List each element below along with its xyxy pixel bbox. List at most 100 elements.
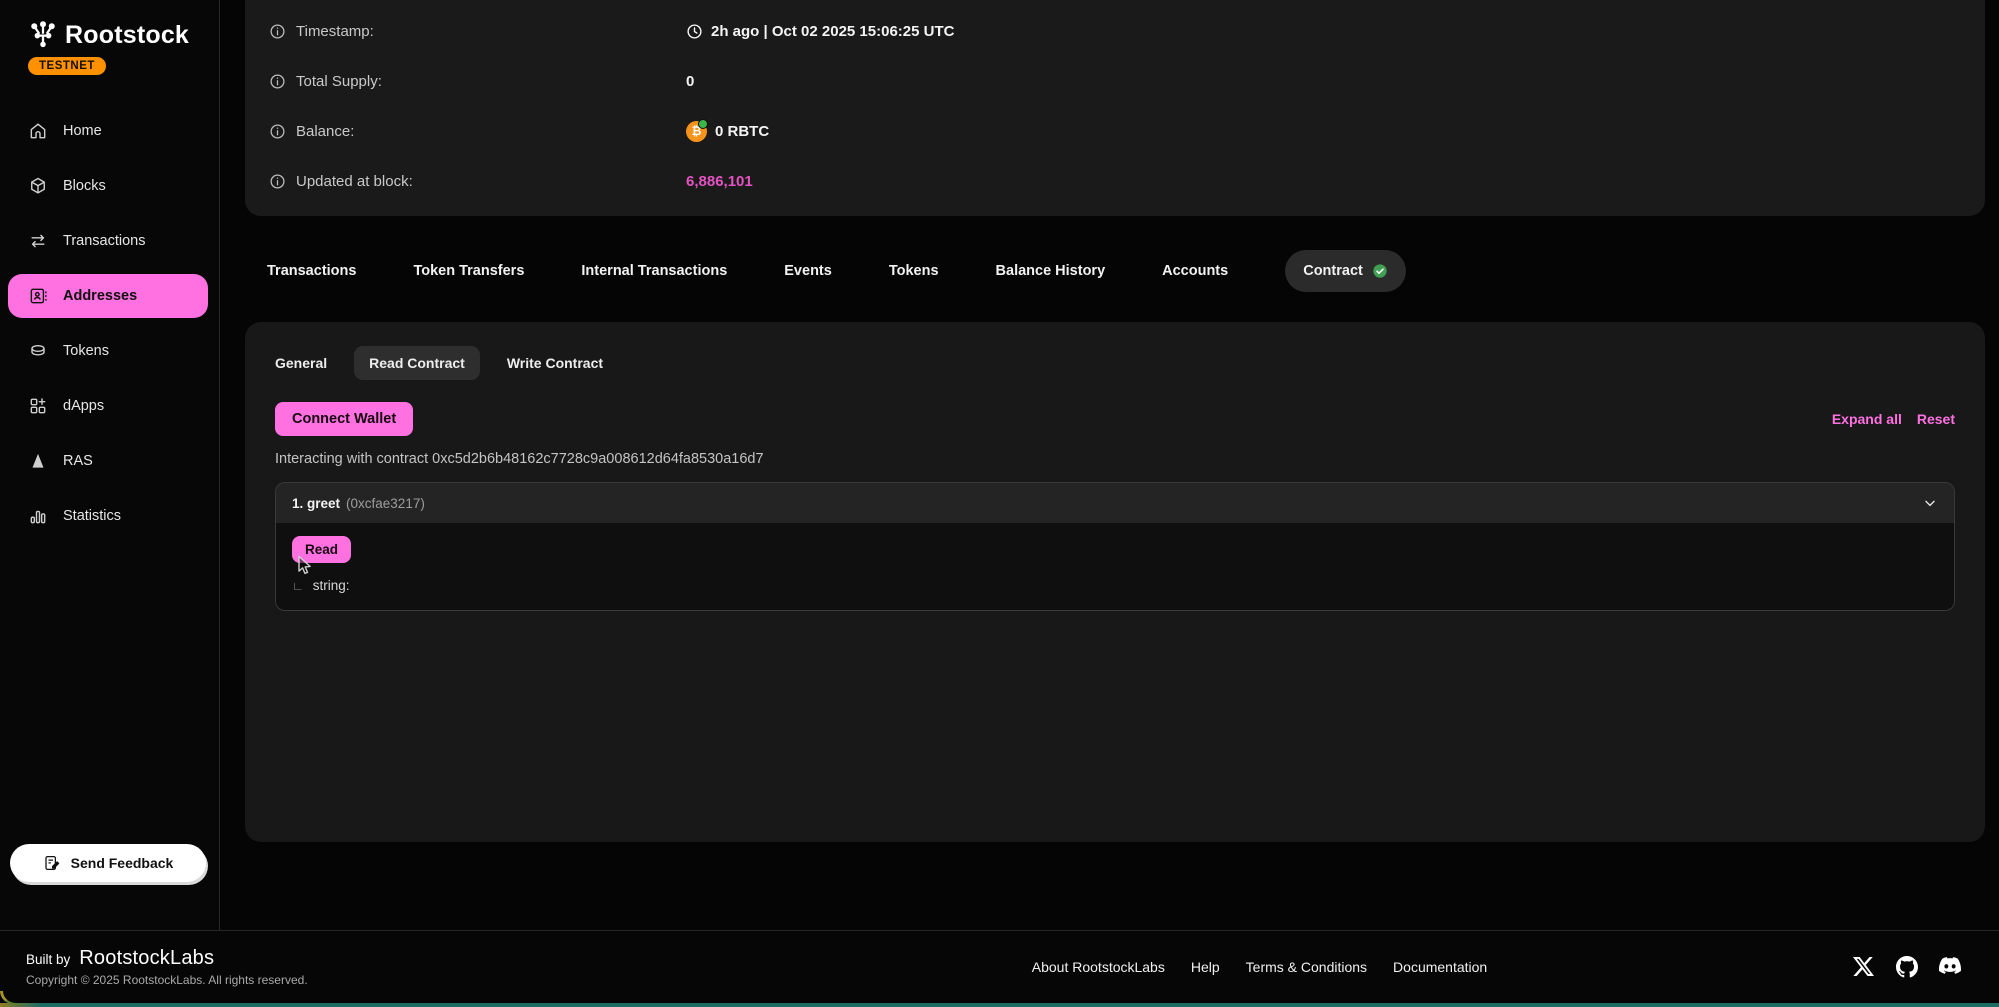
info-icon — [269, 123, 286, 140]
chevron-down-icon[interactable] — [1922, 495, 1938, 511]
sidebar-item-statistics[interactable]: Statistics — [8, 494, 208, 538]
sidebar-item-label: Blocks — [63, 178, 106, 194]
summary-label: Total Supply: — [296, 73, 382, 90]
addresses-icon — [28, 286, 48, 306]
tab-balance-history[interactable]: Balance History — [996, 263, 1106, 279]
copyright-text: Copyright © 2025 RootstockLabs. All righ… — [26, 973, 666, 987]
interacting-with-contract-text: Interacting with contract 0xc5d2b6b48162… — [275, 451, 1955, 467]
statistics-icon — [28, 506, 48, 526]
sidebar-item-label: dApps — [63, 398, 104, 414]
tab-internal-transactions[interactable]: Internal Transactions — [581, 263, 727, 279]
branch-glyph: ∟ — [292, 579, 304, 593]
footer: Built by RootstockLabs Copyright © 2025 … — [0, 930, 1999, 1003]
expand-all-link[interactable]: Expand all — [1832, 411, 1902, 427]
sidebar-item-home[interactable]: Home — [8, 109, 208, 153]
summary-row-total-supply: Total Supply: 0 — [269, 56, 1961, 106]
send-feedback-label: Send Feedback — [71, 855, 174, 871]
sidebar-item-label: Tokens — [63, 343, 109, 359]
reset-link[interactable]: Reset — [1917, 411, 1955, 427]
subtab-general[interactable]: General — [275, 346, 327, 380]
github-icon[interactable] — [1896, 956, 1918, 978]
contract-panel: General Read Contract Write Contract Con… — [245, 322, 1985, 842]
top-zone: Rootstock TESTNET Home Blocks — [0, 0, 1999, 930]
tokens-icon — [28, 341, 48, 361]
footer-links: About RootstockLabs Help Terms & Conditi… — [666, 959, 1853, 975]
feedback-icon — [43, 854, 61, 872]
brand-name: Rootstock — [65, 21, 189, 50]
method-accordion-body: Read ∟ string: — [276, 523, 1954, 610]
sidebar-item-transactions[interactable]: Transactions — [8, 219, 208, 263]
tab-tokens[interactable]: Tokens — [889, 263, 939, 279]
info-icon — [269, 23, 286, 40]
clock-icon — [686, 23, 703, 40]
method-output: ∟ string: — [292, 578, 1938, 593]
summary-label: Balance: — [296, 123, 354, 140]
tab-events[interactable]: Events — [784, 263, 832, 279]
rootstock-logo-icon — [28, 20, 58, 50]
rootstocklabs-wordmark[interactable]: RootstockLabs — [79, 947, 214, 970]
sidebar: Rootstock TESTNET Home Blocks — [0, 0, 220, 930]
footer-link-terms[interactable]: Terms & Conditions — [1246, 959, 1367, 975]
sidebar-item-ras[interactable]: RAS — [8, 439, 208, 483]
x-twitter-icon[interactable] — [1853, 956, 1875, 978]
sidebar-item-label: Transactions — [63, 233, 145, 249]
summary-row-timestamp: Timestamp: 2h ago | Oct 02 2025 15:06:25… — [269, 6, 1961, 56]
wallet-row: Connect Wallet Expand all Reset — [275, 402, 1955, 436]
dapps-icon — [28, 396, 48, 416]
brand-logo[interactable]: Rootstock — [28, 20, 219, 50]
blocks-icon — [28, 176, 48, 196]
mouse-cursor — [296, 555, 315, 577]
bottom-accent-strip — [0, 1003, 1999, 1007]
rbtc-icon: ₿ — [686, 121, 707, 142]
output-type-label: string: — [313, 578, 350, 593]
sidebar-item-dapps[interactable]: dApps — [8, 384, 208, 428]
discord-icon[interactable] — [1939, 956, 1961, 978]
sidebar-item-label: Addresses — [63, 288, 137, 304]
summary-label: Timestamp: — [296, 23, 374, 40]
contract-subtabs: General Read Contract Write Contract — [275, 346, 1955, 380]
timestamp-value: 2h ago | Oct 02 2025 15:06:25 UTC — [711, 23, 954, 40]
social-icons — [1853, 956, 1973, 978]
info-icon — [269, 73, 286, 90]
tab-transactions[interactable]: Transactions — [267, 263, 356, 279]
footer-brand-block: Built by RootstockLabs Copyright © 2025 … — [26, 947, 666, 987]
method-accordion-header[interactable]: 1. greet (0xcfae3217) — [276, 483, 1954, 523]
summary-label: Updated at block: — [296, 173, 413, 190]
home-icon — [28, 121, 48, 141]
connect-wallet-button[interactable]: Connect Wallet — [275, 402, 413, 436]
page: Rootstock TESTNET Home Blocks — [0, 0, 1999, 1007]
tab-contract[interactable]: Contract — [1285, 250, 1406, 292]
sidebar-nav: Home Blocks Transactions — [0, 109, 219, 538]
transactions-icon — [28, 231, 48, 251]
accordion-controls: Expand all Reset — [1832, 411, 1955, 427]
subtab-write-contract[interactable]: Write Contract — [507, 346, 603, 380]
built-by-label: Built by — [26, 952, 70, 967]
footer-link-about[interactable]: About RootstockLabs — [1032, 959, 1165, 975]
testnet-badge: TESTNET — [28, 57, 106, 75]
sidebar-item-blocks[interactable]: Blocks — [8, 164, 208, 208]
info-icon — [269, 173, 286, 190]
sidebar-item-tokens[interactable]: Tokens — [8, 329, 208, 373]
method-selector: (0xcfae3217) — [346, 496, 425, 511]
footer-link-documentation[interactable]: Documentation — [1393, 959, 1487, 975]
address-summary-panel: Timestamp: 2h ago | Oct 02 2025 15:06:25… — [245, 0, 1985, 216]
tab-contract-label: Contract — [1303, 263, 1363, 279]
sidebar-item-label: RAS — [63, 453, 93, 469]
rbtc-symbol: ₿ — [692, 124, 702, 138]
updated-block-link[interactable]: 6,886,101 — [686, 173, 753, 190]
ras-icon — [28, 451, 48, 471]
send-feedback-button[interactable]: Send Feedback — [10, 844, 206, 882]
footer-link-help[interactable]: Help — [1191, 959, 1220, 975]
tab-accounts[interactable]: Accounts — [1162, 263, 1228, 279]
method-accordion: 1. greet (0xcfae3217) Read ∟ string: — [275, 482, 1955, 611]
balance-value: 0 RBTC — [715, 123, 769, 140]
brand-block: Rootstock TESTNET — [0, 0, 219, 75]
sidebar-item-label: Statistics — [63, 508, 121, 524]
tab-token-transfers[interactable]: Token Transfers — [413, 263, 524, 279]
subtab-read-contract[interactable]: Read Contract — [354, 346, 480, 380]
summary-row-balance: Balance: ₿ 0 RBTC — [269, 106, 1961, 156]
total-supply-value: 0 — [686, 73, 694, 90]
sidebar-item-label: Home — [63, 123, 102, 139]
sidebar-item-addresses[interactable]: Addresses — [8, 274, 208, 318]
method-name: 1. greet — [292, 496, 340, 511]
